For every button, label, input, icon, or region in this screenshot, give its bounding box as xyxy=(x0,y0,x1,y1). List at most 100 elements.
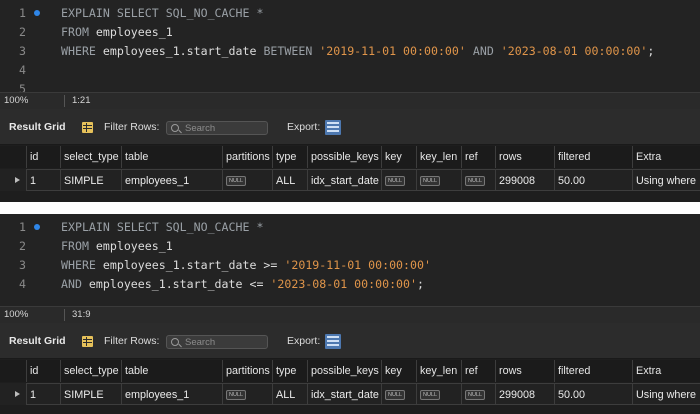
sql-token: AND xyxy=(61,277,89,291)
column-header-rows[interactable]: rows xyxy=(495,360,554,382)
statement-marker-icon xyxy=(34,10,40,16)
cursor-position: 31:9 xyxy=(72,309,91,320)
grid-view-icon[interactable] xyxy=(82,336,93,347)
editor-status-bar: 100% 31:9 xyxy=(0,306,700,323)
table-cell[interactable]: employees_1 xyxy=(121,383,222,405)
line-number: 2 xyxy=(19,239,26,253)
column-header-id[interactable]: id xyxy=(26,360,60,382)
line-number: 3 xyxy=(19,44,26,58)
column-header-id[interactable]: id xyxy=(26,146,60,168)
table-row[interactable]: 1 SIMPLE employees_1 NULL ALL idx_start_date N… xyxy=(0,383,700,405)
code-line[interactable]: 3 WHERE employees_1.start_date BETWEEN '2… xyxy=(0,42,700,61)
sql-token: employees_1.start_date >= xyxy=(102,258,285,272)
table-cell[interactable]: NULL xyxy=(461,169,495,191)
sql-token: employees_1 xyxy=(95,25,173,39)
sql-token: EXPLAIN SELECT SQL_NO_CACHE * xyxy=(61,6,264,20)
sql-token: '2019-11-01 00:00:00' xyxy=(284,258,431,272)
table-cell[interactable]: NULL xyxy=(222,169,272,191)
table-cell[interactable]: 50.00 xyxy=(554,383,632,405)
table-row[interactable]: 1 SIMPLE employees_1 NULL ALL idx_start_date N… xyxy=(0,169,700,191)
table-cell[interactable]: NULL xyxy=(381,169,416,191)
table-cell[interactable]: NULL xyxy=(416,169,461,191)
column-header-key-len[interactable]: key_len xyxy=(416,146,461,168)
search-icon xyxy=(171,124,179,132)
row-selector-icon[interactable] xyxy=(15,177,20,183)
column-header-select-type[interactable]: select_type xyxy=(60,360,121,382)
sql-token: FROM xyxy=(61,25,96,39)
table-cell[interactable]: 1 xyxy=(26,169,60,191)
search-input[interactable] xyxy=(185,122,265,134)
column-header-key[interactable]: key xyxy=(381,360,416,382)
table-cell[interactable]: 1 xyxy=(26,383,60,405)
search-input[interactable] xyxy=(185,336,265,348)
column-header-key[interactable]: key xyxy=(381,146,416,168)
table-cell[interactable]: idx_start_date xyxy=(307,383,381,405)
column-header-type[interactable]: type xyxy=(272,146,307,168)
search-icon xyxy=(171,338,179,346)
column-header-ref[interactable]: ref xyxy=(461,146,495,168)
column-header-extra[interactable]: Extra xyxy=(632,360,700,382)
column-header-partitions[interactable]: partitions xyxy=(222,360,272,382)
column-header-table[interactable]: table xyxy=(121,146,222,168)
column-header-possible-keys[interactable]: possible_keys xyxy=(307,360,381,382)
table-cell[interactable]: ALL xyxy=(272,169,307,191)
filter-rows-label: Filter Rows: xyxy=(104,335,160,347)
table-cell[interactable]: ALL xyxy=(272,383,307,405)
null-badge: NULL xyxy=(420,176,441,187)
result-toolbar: Result Grid Filter Rows: Export: xyxy=(0,109,700,145)
sql-editor[interactable]: 1 EXPLAIN SELECT SQL_NO_CACHE * 2 FROM empl… xyxy=(0,214,700,306)
grid-view-icon[interactable] xyxy=(82,122,93,133)
code-text: FROM employees_1 xyxy=(61,23,173,42)
column-header-extra[interactable]: Extra xyxy=(632,146,700,168)
result-grid-title[interactable]: Result Grid xyxy=(9,109,66,145)
sql-token: FROM xyxy=(61,239,96,253)
filter-rows-search[interactable] xyxy=(166,121,268,135)
filter-rows-search[interactable] xyxy=(166,335,268,349)
table-cell[interactable]: employees_1 xyxy=(121,169,222,191)
code-line[interactable]: 3 WHERE employees_1.start_date >= '2019-1… xyxy=(0,256,700,275)
table-cell[interactable]: Using where xyxy=(632,383,700,405)
column-header-ref[interactable]: ref xyxy=(461,360,495,382)
code-line[interactable]: 1 EXPLAIN SELECT SQL_NO_CACHE * xyxy=(0,218,700,237)
column-header-possible-keys[interactable]: possible_keys xyxy=(307,146,381,168)
zoom-level[interactable]: 100% xyxy=(4,307,28,323)
row-selector-icon[interactable] xyxy=(15,391,20,397)
code-line[interactable]: 4 AND employees_1.start_date <= '2023-08-… xyxy=(0,275,700,294)
zoom-level[interactable]: 100% xyxy=(4,93,28,109)
table-cell[interactable]: NULL xyxy=(222,383,272,405)
code-text: WHERE employees_1.start_date BETWEEN '20… xyxy=(61,42,654,61)
export-icon[interactable] xyxy=(325,334,341,349)
code-line[interactable]: 2 FROM employees_1 xyxy=(0,23,700,42)
column-header-filtered[interactable]: filtered xyxy=(554,146,632,168)
code-line[interactable]: 1 EXPLAIN SELECT SQL_NO_CACHE * xyxy=(0,4,700,23)
table-cell[interactable]: 299008 xyxy=(495,383,554,405)
result-grid-title[interactable]: Result Grid xyxy=(9,323,66,359)
column-header-filtered[interactable]: filtered xyxy=(554,360,632,382)
status-separator xyxy=(64,309,65,321)
sql-token: ; xyxy=(417,277,424,291)
export-icon[interactable] xyxy=(325,120,341,135)
column-header-partitions[interactable]: partitions xyxy=(222,146,272,168)
table-cell[interactable]: Using where xyxy=(632,169,700,191)
table-cell[interactable]: NULL xyxy=(461,383,495,405)
table-cell[interactable]: idx_start_date xyxy=(307,169,381,191)
code-line[interactable]: 4 xyxy=(0,61,700,80)
column-header-type[interactable]: type xyxy=(272,360,307,382)
filter-rows-label: Filter Rows: xyxy=(104,121,160,133)
table-cell[interactable]: NULL xyxy=(381,383,416,405)
table-cell[interactable]: NULL xyxy=(416,383,461,405)
table-cell[interactable]: SIMPLE xyxy=(60,169,121,191)
null-badge: NULL xyxy=(420,390,441,401)
code-text: WHERE employees_1.start_date >= '2019-11… xyxy=(61,256,431,275)
code-text: FROM employees_1 xyxy=(61,237,173,256)
sql-token: '2023-08-01 00:00:00' xyxy=(270,277,417,291)
column-header-select-type[interactable]: select_type xyxy=(60,146,121,168)
column-header-key-len[interactable]: key_len xyxy=(416,360,461,382)
table-cell[interactable]: SIMPLE xyxy=(60,383,121,405)
table-cell[interactable]: 299008 xyxy=(495,169,554,191)
code-line[interactable]: 2 FROM employees_1 xyxy=(0,237,700,256)
sql-editor[interactable]: 1 EXPLAIN SELECT SQL_NO_CACHE * 2 FROM empl… xyxy=(0,0,700,96)
table-cell[interactable]: 50.00 xyxy=(554,169,632,191)
column-header-rows[interactable]: rows xyxy=(495,146,554,168)
column-header-table[interactable]: table xyxy=(121,360,222,382)
